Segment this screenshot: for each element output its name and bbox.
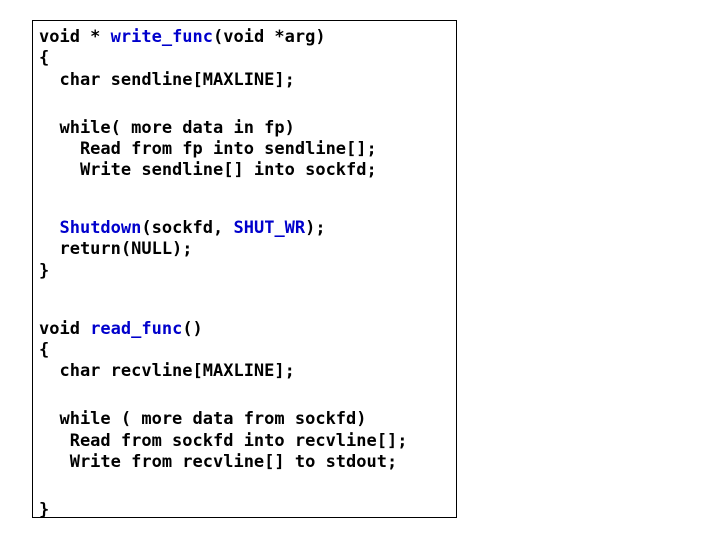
code-line: } xyxy=(39,500,49,520)
code-line: char sendline[MAXLINE]; xyxy=(39,70,295,90)
code-line: Read from sockfd into recvline[]; xyxy=(39,431,407,451)
code-line: Write sendline[] into sockfd; xyxy=(39,160,377,180)
code-line: () xyxy=(182,319,202,339)
constant: SHUT_WR xyxy=(234,218,306,238)
code-line: while( more data in fp) xyxy=(39,118,295,138)
api-call: Shutdown xyxy=(59,218,141,238)
code-line xyxy=(39,218,59,238)
code-line: return(NULL); xyxy=(39,239,193,259)
code-line: while ( more data from sockfd) xyxy=(39,409,367,429)
code-content: void * write_func(void *arg) { char send… xyxy=(39,27,450,522)
code-snippet-box: void * write_func(void *arg) { char send… xyxy=(32,20,457,518)
code-line: Read from fp into sendline[]; xyxy=(39,139,377,159)
func-name: read_func xyxy=(90,319,182,339)
code-line: char recvline[MAXLINE]; xyxy=(39,361,295,381)
code-line: (void *arg) xyxy=(213,27,326,47)
code-line: (sockfd, xyxy=(141,218,233,238)
code-line: { xyxy=(39,340,49,360)
code-line: void xyxy=(39,319,90,339)
code-line: } xyxy=(39,261,49,281)
code-line: void * xyxy=(39,27,111,47)
func-name: write_func xyxy=(111,27,213,47)
code-line: Write from recvline[] to stdout; xyxy=(39,452,397,472)
code-line: ); xyxy=(305,218,325,238)
code-line: { xyxy=(39,48,49,68)
